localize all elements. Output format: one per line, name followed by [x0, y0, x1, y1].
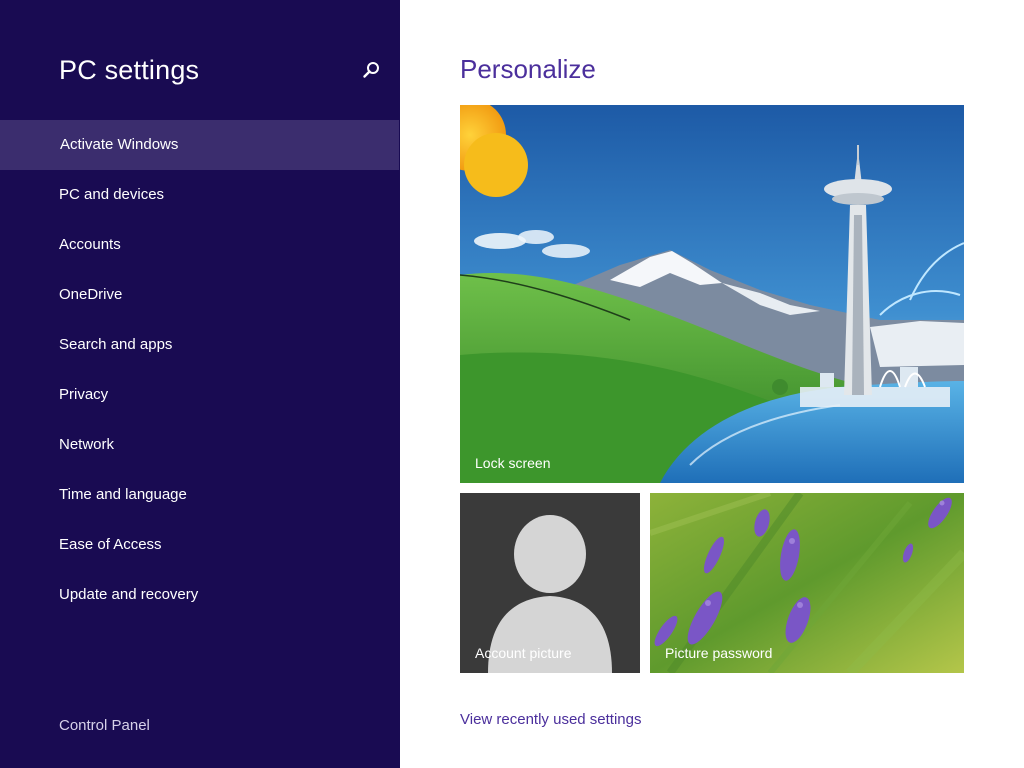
- sidebar-item-onedrive[interactable]: OneDrive: [0, 270, 399, 320]
- sidebar-item-network[interactable]: Network: [0, 420, 399, 470]
- sidebar-item-ease-of-access[interactable]: Ease of Access: [0, 520, 399, 570]
- sidebar-title: PC settings: [59, 55, 200, 85]
- picture-password-label: Picture password: [665, 645, 773, 661]
- search-icon: [363, 62, 379, 78]
- sidebar: PC settings Activate Windows PC and devi…: [0, 0, 400, 768]
- search-button[interactable]: [358, 58, 384, 84]
- control-panel-link[interactable]: Control Panel: [59, 717, 150, 734]
- sidebar-item-privacy[interactable]: Privacy: [0, 370, 399, 420]
- sidebar-item-pc-and-devices[interactable]: PC and devices: [0, 170, 399, 220]
- account-picture-label: Account picture: [475, 645, 572, 661]
- sidebar-item-update-and-recovery[interactable]: Update and recovery: [0, 570, 399, 620]
- sidebar-item-search-and-apps[interactable]: Search and apps: [0, 320, 399, 370]
- view-recently-used-settings-link[interactable]: View recently used settings: [460, 711, 642, 728]
- sidebar-item-time-and-language[interactable]: Time and language: [0, 470, 399, 520]
- sidebar-item-activate-windows[interactable]: Activate Windows: [0, 120, 399, 170]
- lock-screen-image: [460, 105, 964, 483]
- lock-screen-label: Lock screen: [475, 455, 551, 471]
- sidebar-item-accounts[interactable]: Accounts: [0, 220, 399, 270]
- lock-screen-tile[interactable]: Lock screen: [460, 105, 964, 483]
- account-picture-tile[interactable]: Account picture: [460, 493, 640, 673]
- page-title: Personalize: [460, 54, 596, 84]
- picture-password-tile[interactable]: Picture password: [650, 493, 964, 673]
- sidebar-nav: Activate Windows PC and devices Accounts…: [0, 120, 399, 620]
